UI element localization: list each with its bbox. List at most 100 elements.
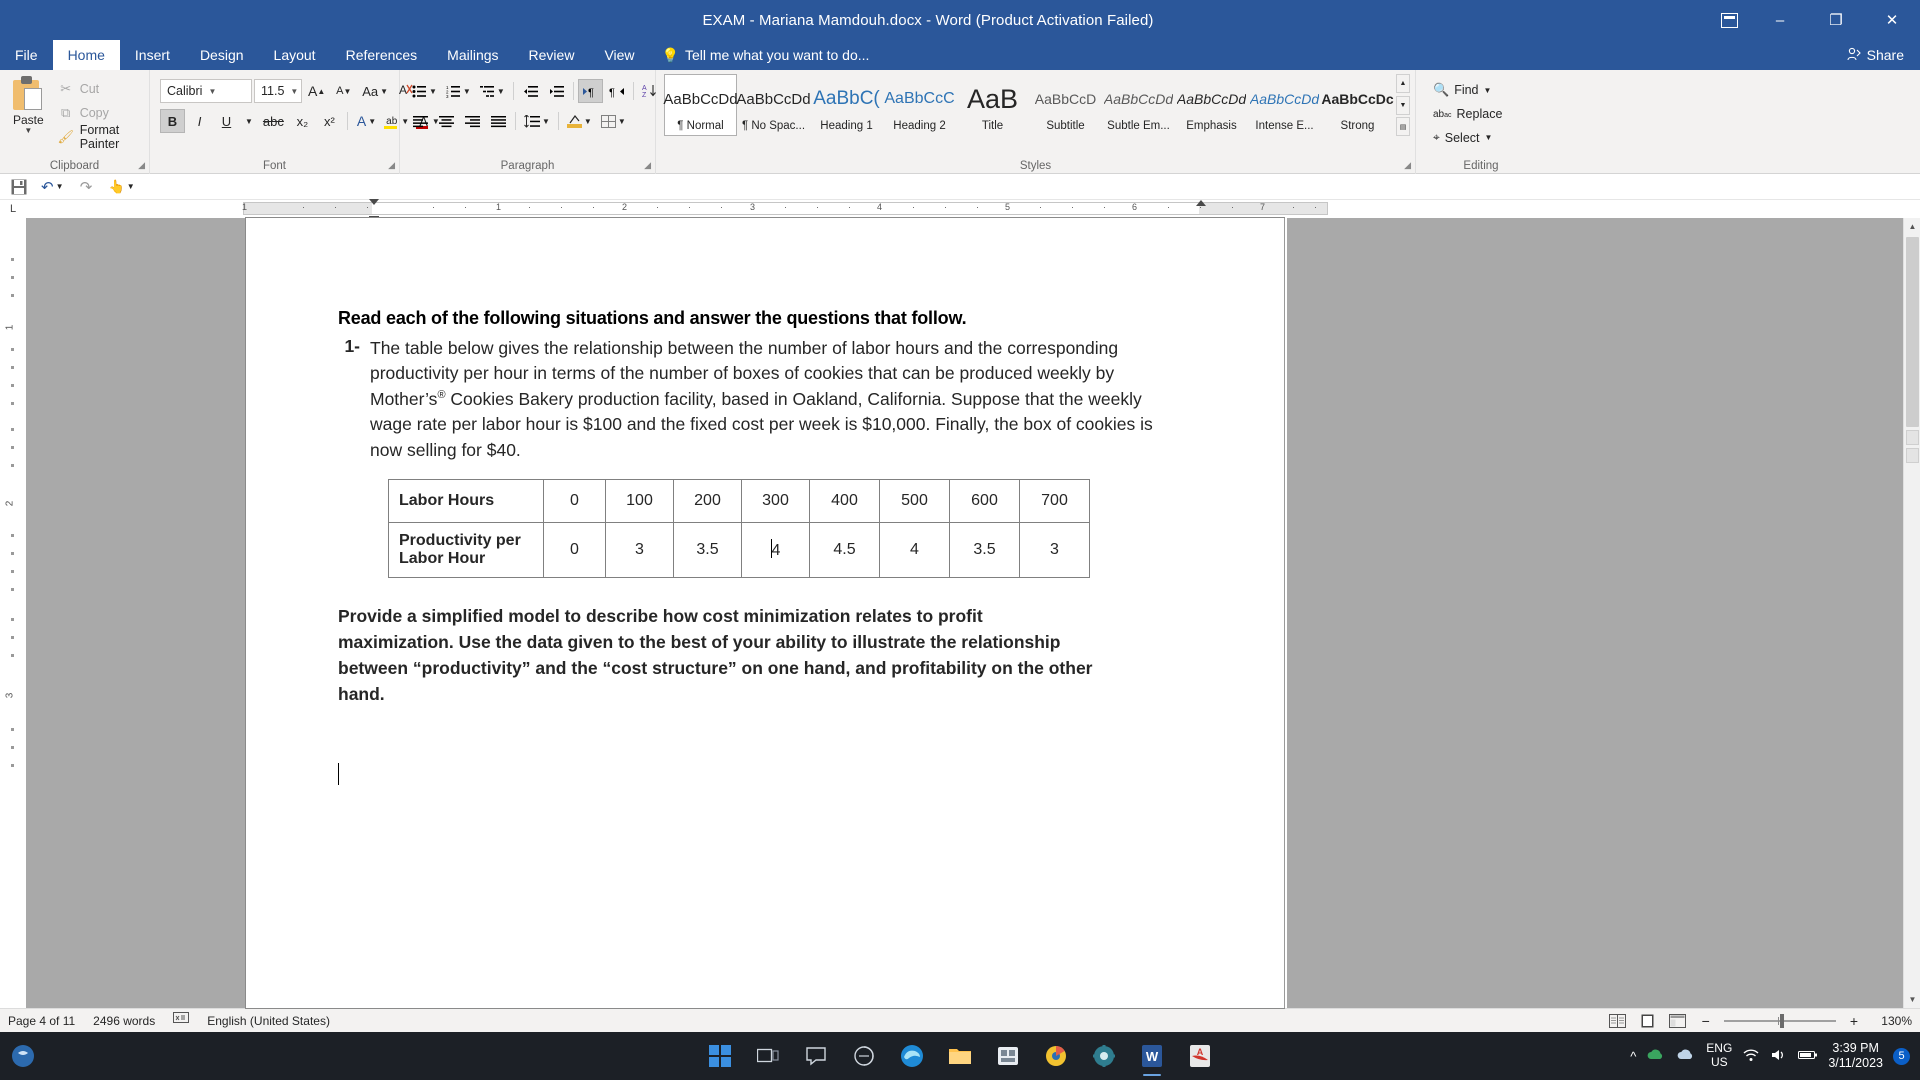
cell-labor-hours-7[interactable]: 700 (1019, 478, 1090, 523)
tab-references[interactable]: References (331, 40, 433, 70)
replace-button[interactable]: abac Replace (1428, 104, 1507, 125)
bold-button[interactable]: B (160, 109, 185, 133)
widgets-icon[interactable] (843, 1035, 885, 1077)
proofing-errors-icon[interactable] (173, 1012, 190, 1029)
increase-indent-button[interactable] (544, 79, 569, 103)
multilevel-list-button[interactable]: ▼ (476, 79, 509, 103)
style-subtle-em[interactable]: AaBbCcDd Subtle Em... (1102, 74, 1175, 136)
cell-productivity-4[interactable]: 4.5 (809, 521, 880, 578)
scrollbar-thumb[interactable] (1906, 237, 1919, 427)
style-title[interactable]: AaB Title (956, 74, 1029, 136)
cell-labor-hours-1[interactable]: 100 (605, 478, 674, 523)
shrink-font-button[interactable]: A ▼ (331, 79, 356, 103)
align-center-button[interactable] (434, 109, 459, 133)
next-page-button[interactable] (1906, 448, 1919, 463)
clipboard-dialog-launcher[interactable]: ◢ (138, 160, 145, 171)
cell-labor-hours-6[interactable]: 600 (949, 478, 1020, 523)
undo-button[interactable]: ↶ ▼ (37, 176, 68, 198)
zoom-slider[interactable] (1723, 1013, 1836, 1029)
cloud-icon[interactable] (1676, 1047, 1696, 1066)
ribbon-display-options-icon[interactable] (1706, 0, 1752, 40)
cell-labor-hours-3[interactable]: 300 (741, 478, 810, 523)
style-subtitle[interactable]: AaBbCcD Subtitle (1029, 74, 1102, 136)
subscript-button[interactable]: x₂ (290, 109, 315, 133)
cell-productivity-3[interactable]: 4 (741, 521, 810, 578)
cell-labor-hours-2[interactable]: 200 (673, 478, 742, 523)
word-icon[interactable]: W (1131, 1035, 1173, 1077)
tab-mailings[interactable]: Mailings (432, 40, 513, 70)
settings-icon[interactable] (1083, 1035, 1125, 1077)
share-button[interactable]: Share (1831, 40, 1920, 70)
zoom-in-button[interactable]: + (1846, 1013, 1862, 1029)
cell-productivity-2[interactable]: 3.5 (673, 521, 742, 578)
minimize-button[interactable]: – (1752, 0, 1808, 40)
shading-button[interactable]: ▼ (563, 109, 596, 133)
vertical-ruler[interactable]: 1 2 3 (0, 218, 26, 1008)
styles-scroll-down-icon[interactable]: ▼ (1396, 95, 1410, 115)
windows-start-icon[interactable] (0, 1032, 46, 1080)
font-family-combobox[interactable]: Calibri ▼ (160, 79, 252, 103)
justify-button[interactable] (486, 109, 511, 133)
cut-button[interactable]: ✂ Cut (55, 78, 143, 99)
tab-home[interactable]: Home (52, 40, 120, 70)
language-indicator[interactable]: ENG US (1706, 1041, 1732, 1070)
tell-me-box[interactable]: 💡 Tell me what you want to do... (650, 40, 882, 70)
redo-button[interactable]: ↷ (74, 176, 99, 198)
style-heading-2[interactable]: AaBbCcC Heading 2 (883, 74, 956, 136)
scroll-up-icon[interactable]: ▲ (1904, 218, 1920, 235)
select-button[interactable]: ⌖ Select ▼ (1428, 127, 1497, 148)
edge-icon[interactable] (891, 1035, 933, 1077)
numbering-button[interactable]: 1 2 3 ▼ (442, 79, 475, 103)
style-normal[interactable]: AaBbCcDd ¶ Normal (663, 74, 738, 136)
task-view-icon[interactable] (747, 1035, 789, 1077)
zoom-out-button[interactable]: − (1698, 1013, 1714, 1029)
tab-file[interactable]: File (0, 40, 53, 70)
vertical-scrollbar[interactable]: ▲ ▼ (1903, 218, 1920, 1008)
windows-logo-icon[interactable] (699, 1035, 741, 1077)
right-to-left-icon[interactable]: ¶ (604, 79, 629, 103)
tab-stop-selector[interactable]: L (0, 200, 26, 218)
italic-button[interactable]: I (187, 109, 212, 133)
underline-button[interactable]: U (214, 109, 239, 133)
chat-icon[interactable] (795, 1035, 837, 1077)
zoom-level[interactable]: 130% (1872, 1014, 1912, 1028)
left-to-right-icon[interactable]: ¶ (577, 79, 603, 103)
show-hidden-icons-button[interactable]: ^ (1630, 1049, 1636, 1064)
cell-productivity-7[interactable]: 3 (1019, 521, 1090, 578)
notification-badge[interactable]: 5 (1893, 1047, 1910, 1065)
font-size-combobox[interactable]: 11.5 ▼ (254, 79, 302, 103)
language-indicator[interactable]: English (United States) (207, 1014, 330, 1028)
cell-productivity-5[interactable]: 4 (879, 521, 950, 578)
align-left-button[interactable] (408, 109, 433, 133)
previous-page-button[interactable] (1906, 430, 1919, 445)
close-button[interactable]: ✕ (1864, 0, 1920, 40)
bullets-button[interactable]: ▼ (408, 79, 441, 103)
tab-review[interactable]: Review (514, 40, 590, 70)
tab-layout[interactable]: Layout (259, 40, 331, 70)
file-explorer-icon[interactable] (939, 1035, 981, 1077)
text-effects-button[interactable]: A ▼ (353, 109, 380, 133)
tab-design[interactable]: Design (185, 40, 259, 70)
superscript-button[interactable]: x² (317, 109, 342, 133)
browser-icon[interactable] (1035, 1035, 1077, 1077)
document-page[interactable]: Read each of the following situations an… (246, 218, 1284, 1008)
borders-button[interactable]: ▼ (597, 109, 630, 133)
tab-view[interactable]: View (589, 40, 649, 70)
cell-productivity-0[interactable]: 0 (543, 521, 606, 578)
tab-insert[interactable]: Insert (120, 40, 185, 70)
format-painter-button[interactable]: 🖌 Format Painter (55, 123, 143, 151)
read-mode-icon[interactable] (1608, 1012, 1628, 1030)
volume-icon[interactable] (1770, 1048, 1788, 1065)
style-heading-1[interactable]: AaBbC(Heading 1 (810, 74, 883, 136)
paste-dropdown-caret-icon[interactable]: ▼ (24, 127, 32, 135)
cell-labor-hours-4[interactable]: 400 (809, 478, 880, 523)
right-indent-marker[interactable] (1196, 200, 1206, 206)
cell-productivity-1[interactable]: 3 (605, 521, 674, 578)
style-no-spac[interactable]: AaBbCcDd ¶ No Spac... (736, 74, 810, 136)
style-emphasis[interactable]: AaBbCcDd Emphasis (1175, 74, 1248, 136)
first-line-indent-marker[interactable] (369, 199, 379, 205)
wifi-icon[interactable] (1742, 1048, 1760, 1065)
styles-dialog-launcher[interactable]: ◢ (1404, 160, 1411, 171)
paste-button[interactable]: Paste ▼ (6, 74, 51, 135)
scroll-down-icon[interactable]: ▼ (1904, 991, 1920, 1008)
